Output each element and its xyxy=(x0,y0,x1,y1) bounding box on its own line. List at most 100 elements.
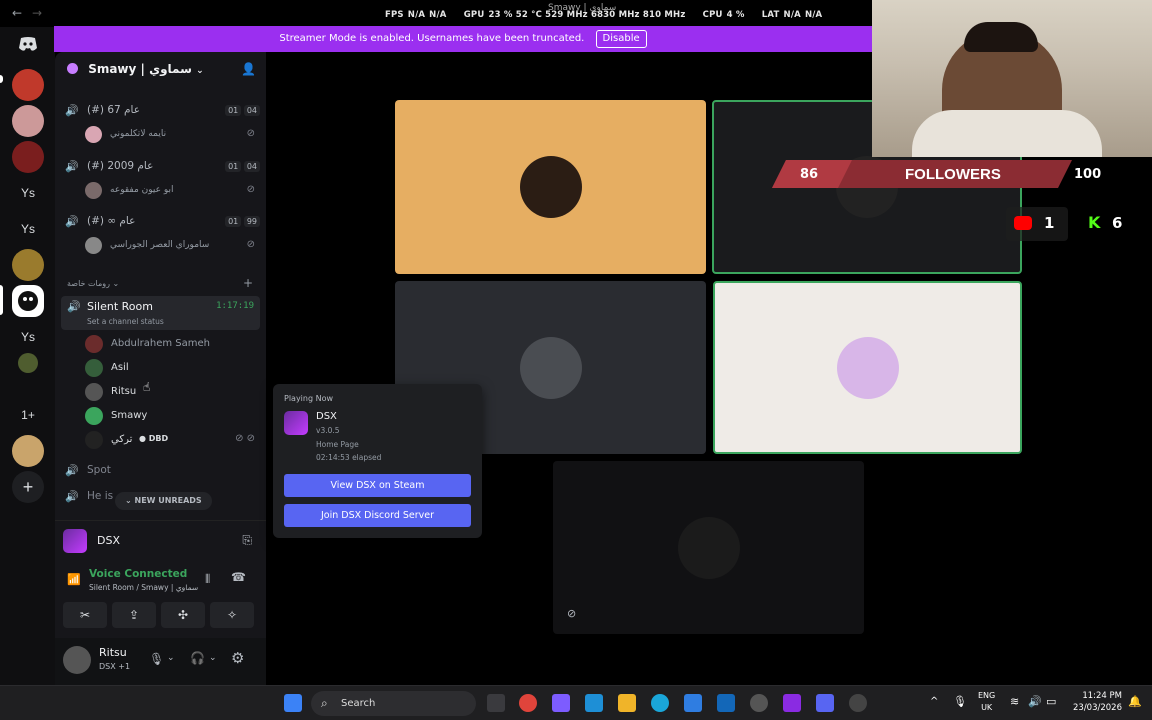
channel-member[interactable]: ساموراي العصر الجوراسي ⊘ xyxy=(85,237,255,255)
channel-sidebar: Smawy | سماوي ⌄ 👤 🔊 (#) 67 عام 01 04 ناي… xyxy=(55,52,266,685)
participant-tile[interactable] xyxy=(395,100,706,274)
chevron-down-icon: ⌄ xyxy=(196,66,204,76)
create-channel-icon[interactable]: + xyxy=(243,276,253,290)
chevron-down-icon[interactable]: ⌄ xyxy=(167,653,175,663)
wifi-icon[interactable]: ≋ xyxy=(1010,695,1019,708)
discord-taskbar-icon[interactable] xyxy=(816,694,834,712)
activity-bar[interactable]: DSX ⎘ xyxy=(55,520,266,560)
disable-button[interactable]: Disable xyxy=(595,30,647,48)
fps-value-2: N/A xyxy=(429,10,447,20)
add-server-icon[interactable]: + xyxy=(12,471,44,503)
voice-channel-2[interactable]: 🔊 (#) 2009 عام 01 04 xyxy=(65,160,260,176)
cpu-value: 4 % xyxy=(726,10,745,20)
voice-channel-spot[interactable]: 🔊 Spot xyxy=(65,464,260,480)
stream-screen-icon[interactable]: ⎘ xyxy=(242,533,252,548)
new-unreads-pill[interactable]: ⌄ NEW UNREADS xyxy=(115,492,212,510)
participant-tile[interactable]: ⊘ xyxy=(553,461,864,634)
voice-channel-1[interactable]: 🔊 (#) 67 عام 01 04 xyxy=(65,104,260,120)
user-panel: Ritsu DSX +1 🎙 ⌄ 🎧 ⌄ ⚙ xyxy=(55,638,266,685)
share-screen-button[interactable]: ⇪ xyxy=(112,602,156,628)
lat-label: LAT xyxy=(761,10,780,20)
deafened-icon: ⊘ xyxy=(246,239,255,250)
speaker-icon: 🔊 xyxy=(65,215,79,228)
game-page: Home Page xyxy=(316,440,359,449)
followers-goal-bar: 86 FOLLOWERS 100 xyxy=(772,160,1102,188)
voice-location[interactable]: Silent Room / Smawy | سماوي xyxy=(89,583,198,592)
taskbar-search[interactable]: ⌕ Search xyxy=(311,691,476,716)
server-icon-active[interactable] xyxy=(12,285,44,317)
channel-member[interactable]: ابو عيون مفقوعه ⊘ xyxy=(85,182,255,200)
cpu-label: CPU xyxy=(702,10,723,20)
discord-home-icon[interactable] xyxy=(12,28,44,60)
followers-label: FOLLOWERS xyxy=(905,166,1001,183)
store-icon[interactable] xyxy=(717,694,735,712)
deafened-icon: ⊘ xyxy=(246,128,255,139)
server-icon-6[interactable] xyxy=(12,249,44,281)
obs-icon[interactable] xyxy=(849,694,867,712)
game-name: DSX xyxy=(316,411,337,422)
channel-timer: 1:17:19 xyxy=(216,301,254,311)
microphone-icon[interactable]: 🎙 xyxy=(149,652,164,666)
voice-channel-3[interactable]: 🔊 (#) ∞ عام 01 99 xyxy=(65,215,260,231)
channel-name: (#) 67 عام xyxy=(87,104,140,116)
channel-name: (#) 2009 عام xyxy=(87,160,154,172)
participant-tile-speaking[interactable] xyxy=(713,281,1022,454)
tray-chevron-icon[interactable]: ^ xyxy=(930,696,938,707)
server-icon-ys-3[interactable]: Ys xyxy=(12,321,44,353)
headphones-icon[interactable]: 🎧 xyxy=(190,651,205,665)
soundboard-button[interactable]: ✧ xyxy=(210,602,254,628)
speaker-icon: 🔊 xyxy=(67,300,81,313)
server-icon-ys-1[interactable]: Ys xyxy=(12,177,44,209)
server-icon-rohim[interactable] xyxy=(12,69,44,101)
server-header[interactable]: Smawy | سماوي ⌄ 👤 xyxy=(55,52,266,88)
avatar[interactable] xyxy=(63,646,91,674)
activities-button[interactable]: ✣ xyxy=(161,602,205,628)
voice-channel-silent-room[interactable]: 🔊 Silent Room 1:17:19 Set a channel stat… xyxy=(61,296,260,330)
disconnect-icon[interactable]: ☎ xyxy=(231,570,246,584)
view-on-steam-button[interactable]: View DSX on Steam xyxy=(284,474,471,497)
app-icon[interactable] xyxy=(684,694,702,712)
chrome-icon[interactable] xyxy=(519,694,537,712)
user-subtext: DSX +1 xyxy=(99,662,131,671)
voice-member[interactable]: تركي ● DBD ⊘ ⊘ xyxy=(85,430,255,452)
forward-arrow-icon[interactable]: → xyxy=(32,6,42,20)
file-explorer-icon[interactable] xyxy=(618,694,636,712)
fps-value: N/A xyxy=(407,10,426,20)
server-icon-3[interactable] xyxy=(12,141,44,173)
search-icon: ⌕ xyxy=(321,696,328,710)
chevron-down-icon[interactable]: ⌄ xyxy=(209,653,217,663)
task-view-icon[interactable] xyxy=(487,694,505,712)
start-menu-icon[interactable] xyxy=(284,694,302,712)
server-icon-ys-2[interactable]: Ys xyxy=(12,213,44,245)
language-indicator[interactable]: ENG UK xyxy=(978,690,995,714)
edge-icon[interactable] xyxy=(651,694,669,712)
system-clock[interactable]: 11:24 PM 23/03/2026 xyxy=(1073,690,1122,714)
copilot-icon[interactable] xyxy=(552,694,570,712)
webcam-overlay xyxy=(872,0,1152,157)
speaker-icon: 🔊 xyxy=(65,464,79,477)
channel-status[interactable]: Set a channel status xyxy=(87,317,164,326)
speaker-icon: 🔊 xyxy=(65,490,79,503)
channel-member[interactable]: نايمه لاتكلموني ⊘ xyxy=(85,126,255,144)
server-badge-icon xyxy=(67,63,78,74)
camera-off-button[interactable]: ✂ xyxy=(63,602,107,628)
invite-people-icon[interactable]: 👤 xyxy=(241,62,256,76)
volume-icon[interactable]: 🔊 xyxy=(1028,695,1042,708)
server-icon-11[interactable] xyxy=(12,435,44,467)
server-icon-2[interactable] xyxy=(12,105,44,137)
game-name: DSX xyxy=(97,534,120,547)
server-icon-1plus[interactable]: 1+ xyxy=(12,399,44,431)
noise-suppression-icon[interactable]: ⦀ xyxy=(205,572,210,587)
mic-tray-icon[interactable]: 🎙 xyxy=(953,695,967,708)
app-icon-2[interactable] xyxy=(750,694,768,712)
vscode-icon[interactable] xyxy=(585,694,603,712)
notification-bell-icon[interactable]: 🔔 xyxy=(1128,695,1142,708)
server-icon-9[interactable] xyxy=(18,353,38,373)
battery-icon[interactable]: ▭ xyxy=(1046,695,1056,708)
followers-goal: 100 xyxy=(1074,167,1102,182)
back-arrow-icon[interactable]: ← xyxy=(12,6,22,20)
join-discord-server-button[interactable]: Join DSX Discord Server xyxy=(284,504,471,527)
gear-icon[interactable]: ⚙ xyxy=(231,649,244,667)
dsx-app-icon[interactable] xyxy=(783,694,801,712)
category-header[interactable]: رومات خاصة ⌄ xyxy=(67,279,119,288)
